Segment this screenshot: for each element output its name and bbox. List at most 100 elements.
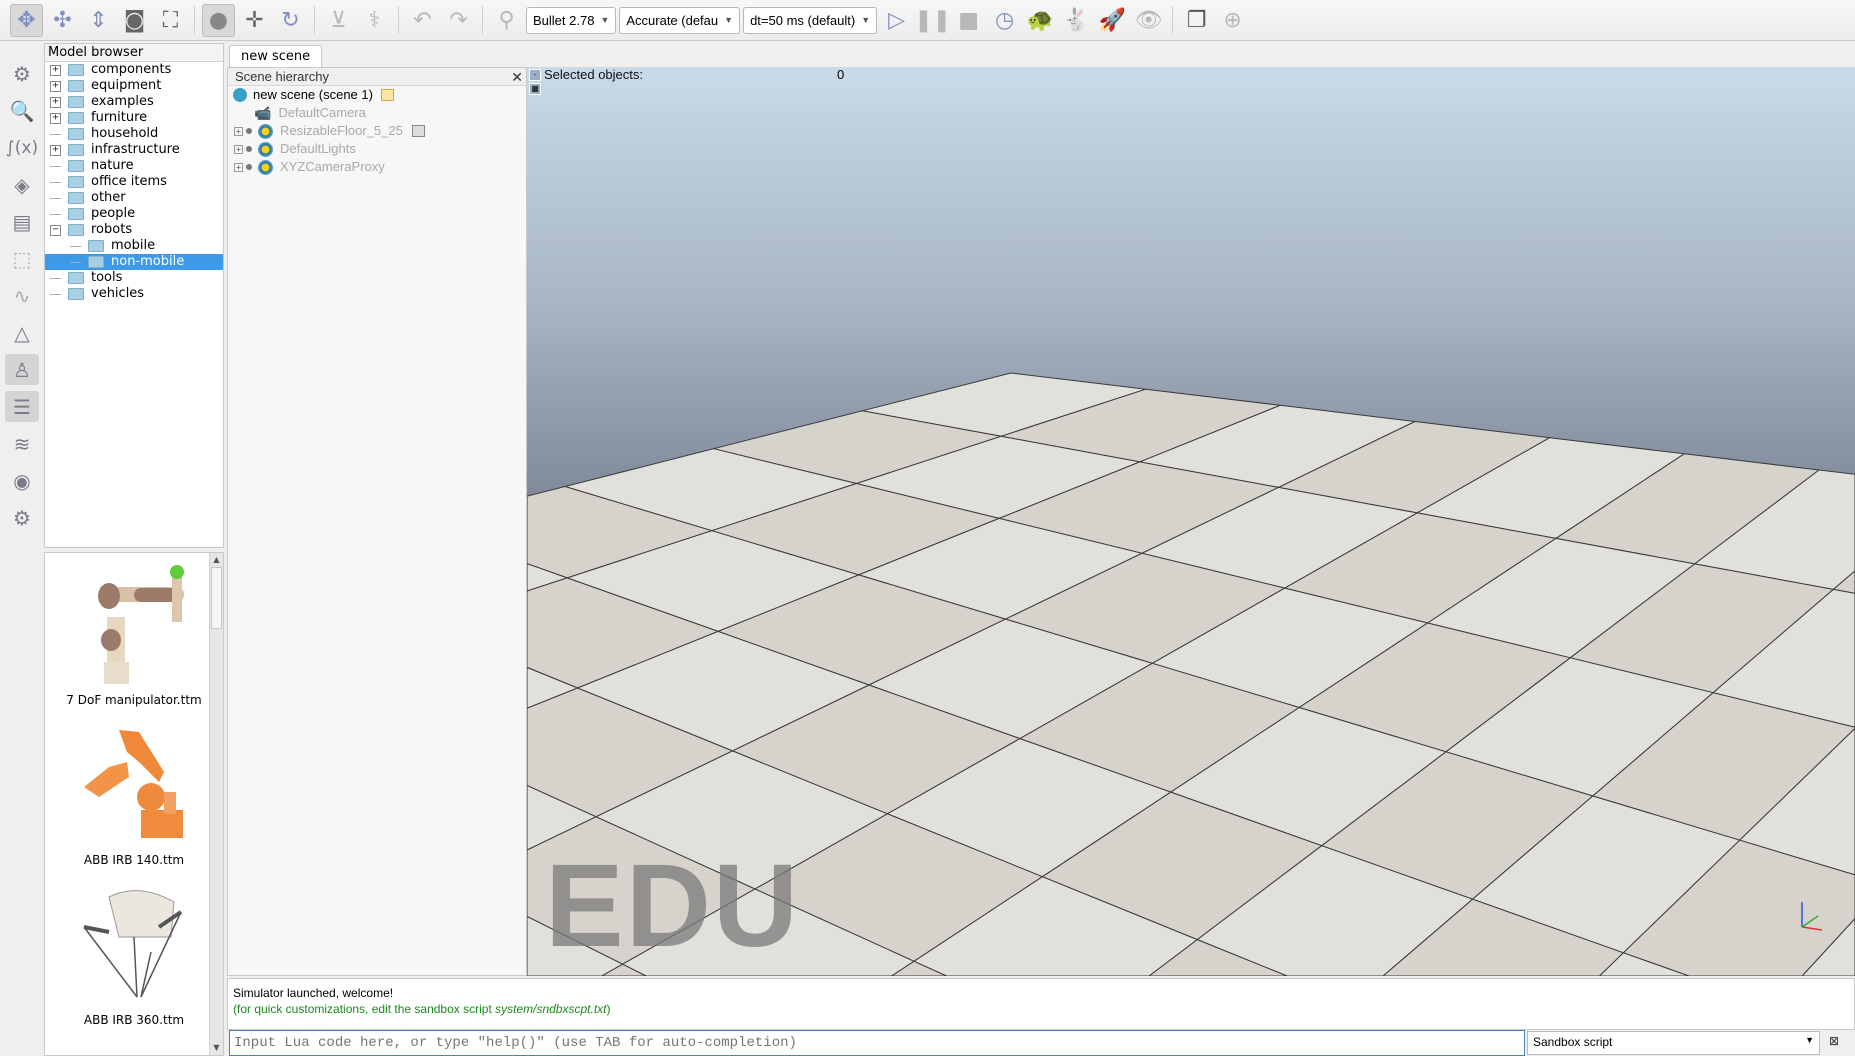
hierarchy-item[interactable]: + DefaultLights [228,140,526,158]
status-console: Simulator launched, welcome! (for quick … [227,978,1855,1030]
scene-selector-icon[interactable]: ⊕ [1216,4,1249,37]
real-time-icon[interactable]: ◷ [988,4,1021,37]
timestep-value: dt=50 ms (default) [750,12,856,28]
calculation-modules-icon[interactable]: ∫(x) [5,132,39,163]
fit-to-view-icon[interactable]: ⛶ [154,4,187,37]
object-rotate-icon[interactable]: ↻ [274,4,307,37]
folder-icon [88,240,104,252]
scripts-icon[interactable]: ▤ [5,206,39,237]
expand-icon[interactable]: + [234,162,243,172]
tree-item[interactable]: mobile [45,238,223,254]
accuracy-select[interactable]: Accurate (defau ▼ [619,6,741,34]
tree-item[interactable]: + furniture [45,110,223,126]
tree-item[interactable]: other [45,190,223,206]
hint-prefix: (for quick customizations, edit the sand… [233,1002,496,1016]
object-shift-icon[interactable]: ✛ [238,4,271,37]
shape-edit-icon[interactable]: ⬚ [5,243,39,274]
camera-angle-icon[interactable]: ◙ [118,4,151,37]
tree-item-label: household [91,126,159,141]
lua-command-input[interactable] [229,1030,1525,1056]
object-label: XYZCameraProxy [280,159,385,174]
expand-icon[interactable]: + [50,80,61,92]
close-icon[interactable]: ✕ [511,68,523,86]
info-toggle-icon[interactable]: ■ [529,83,541,95]
expand-icon[interactable]: + [234,144,243,154]
expand-icon[interactable]: + [50,96,61,108]
tab-new-scene[interactable]: new scene [229,45,323,68]
folder-icon [68,272,84,284]
tree-item[interactable]: + components [45,62,223,78]
hierarchy-item[interactable]: + ResizableFloor_5_25 [228,122,526,140]
scene-root[interactable]: new scene (scene 1) [228,86,526,104]
timestep-select[interactable]: dt=50 ms (default) ▼ [743,6,878,34]
hierarchy-item[interactable]: 📹 DefaultCamera [228,104,526,122]
3d-viewport[interactable]: - ■ Selected objects: 0 EDU [527,67,1855,976]
collections-icon[interactable]: ◈ [5,169,39,200]
camera-shift-icon[interactable]: ⇕ [82,4,115,37]
expand-icon[interactable]: + [50,64,61,76]
hierarchy-item[interactable]: + XYZCameraProxy [228,158,526,176]
script-icon[interactable] [411,125,425,137]
tree-item[interactable]: + infrastructure [45,142,223,158]
object-properties-icon[interactable]: 🔍 [5,95,39,126]
expand-icon[interactable]: + [50,144,61,156]
model-thumbnail[interactable]: ABB IRB 360.ttm [45,873,223,1033]
model-thumbnail[interactable]: ABB IRB 140.ttm [45,713,223,873]
model-thumbnail[interactable]: 7 DoF manipulator.ttm [45,553,223,713]
axes-indicator-icon [1801,902,1823,931]
undo-icon[interactable]: ↶ [406,4,439,37]
collapse-info-icon[interactable]: - [529,69,541,81]
path-edit-icon[interactable]: ∿ [5,280,39,311]
tree-item[interactable]: − robots [45,222,223,238]
scene-hierarchy: Scene hierarchy ✕ new scene (scene 1) 📹 D… [227,67,527,976]
camera-pan-icon[interactable]: ✥ [10,3,43,37]
tree-item[interactable]: people [45,206,223,222]
tree-item[interactable]: household [45,126,223,142]
tree-item[interactable]: non-mobile [45,254,223,270]
camera-rotate-icon[interactable]: ✣ [46,4,79,37]
collapse-icon[interactable]: − [50,224,61,236]
dynamics-toggle-icon[interactable]: ⚲ [490,4,523,37]
slow-down-icon[interactable]: 🐢 [1024,4,1057,37]
pause-icon[interactable]: ❚❚ [914,4,951,37]
play-icon[interactable]: ▷ [880,4,913,37]
video-recorder-icon[interactable]: ◉ [5,465,39,496]
chevron-down-icon: ▼ [724,15,734,25]
visualization-toggle-icon[interactable]: 👁 [1132,4,1165,37]
tree-item[interactable]: tools [45,270,223,286]
expand-icon[interactable]: + [50,112,61,124]
user-settings-icon[interactable]: ⚙ [5,502,39,533]
stop-icon[interactable]: ■ [952,4,985,37]
scene-hierarchy-icon[interactable]: ☰ [5,391,39,422]
transfer-dna-icon[interactable]: ⚕ [358,4,391,37]
separator [314,6,315,34]
tree-item-label: mobile [111,238,156,253]
scroll-down-icon[interactable]: ▼ [210,1041,223,1055]
script-selector[interactable]: Sandbox script ▼ [1527,1031,1820,1055]
model-browser-icon[interactable]: ♙ [5,354,39,385]
click-selection-icon[interactable]: ● [202,3,235,37]
layers-icon[interactable]: ≋ [5,428,39,459]
scrollbar-thumb[interactable] [211,567,222,629]
selection-icon[interactable]: △ [5,317,39,348]
redo-icon[interactable]: ↷ [442,4,475,37]
tree-item[interactable]: + equipment [45,78,223,94]
scroll-up-icon[interactable]: ▲ [210,553,223,567]
assemble-icon[interactable]: ⊻ [322,4,355,37]
simulation-settings-icon[interactable]: ⚙ [5,58,39,89]
tree-item[interactable]: vehicles [45,286,223,302]
tree-item[interactable]: nature [45,158,223,174]
thumbnail-label: 7 DoF manipulator.ttm [66,693,202,707]
close-console-icon[interactable]: ⊠ [1829,1034,1843,1050]
tree-item[interactable]: + examples [45,94,223,110]
expand-icon[interactable]: + [234,126,243,136]
physics-engine-select[interactable]: Bullet 2.78 ▼ [526,6,617,34]
threaded-rendering-icon[interactable]: 🚀 [1096,4,1129,37]
tree-item[interactable]: office items [45,174,223,190]
thumbnails-scrollbar[interactable]: ▲ ▼ [209,553,223,1055]
page-selector-icon[interactable]: ❐ [1180,4,1213,37]
script-icon[interactable] [380,89,394,101]
speed-up-icon[interactable]: 🐇 [1060,4,1093,37]
globe-icon [233,88,247,102]
object-label: ResizableFloor_5_25 [280,123,403,138]
